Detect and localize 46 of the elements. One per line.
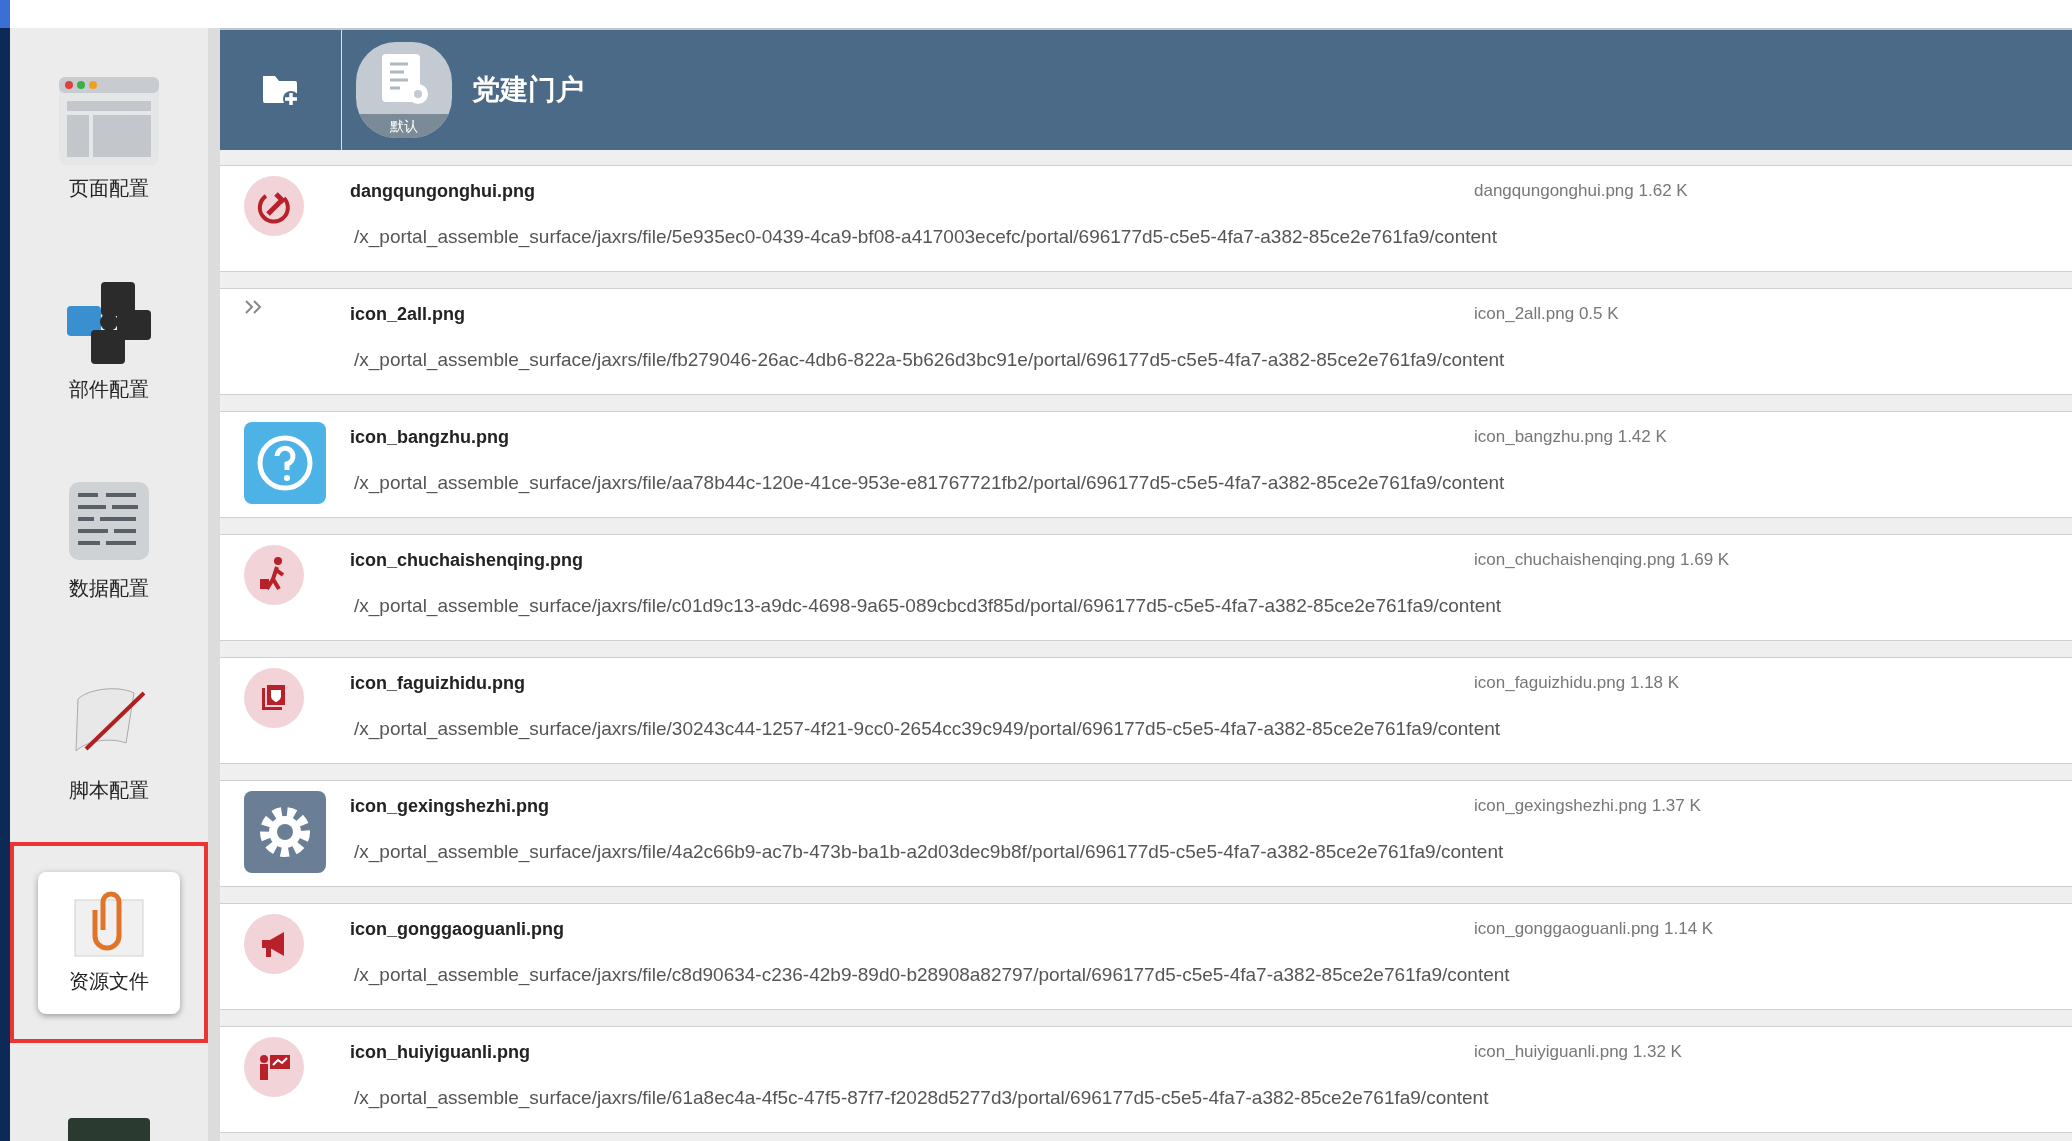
file-name: icon_2all.png [350,303,467,326]
file-path: /x_portal_assemble_surface/jaxrs/file/c01d9c13-a9dc-4698-9a65-089cbcd3f85d/portal/696177d5-c5e5-4fa7-a382-85ce2e761fa9/content [354,594,1503,619]
file-info: icon_faguizhidu.png 1.18 K [1474,672,1680,694]
file-row[interactable]: icon_faguizhidu.png icon_faguizhidu.png 1.18 K /x_portal_assemble_surface/jaxrs/file/30243c44-1257-4f21-9cc0-2654cc39c949/portal/696177d5-c5e5-4fa7-a382-85ce2e761fa9/content [220,657,2072,764]
presentation-icon [244,1037,304,1097]
file-path: /x_portal_assemble_surface/jaxrs/file/c8d90634-c236-42b9-89d0-b28908a82797/portal/696177d5-c5e5-4fa7-a382-85ce2e761fa9/content [354,963,1511,988]
help-icon [244,422,326,504]
file-info: dangqungonghui.png 1.62 K [1474,180,1688,202]
file-row[interactable]: icon_gonggaoguanli.png icon_gonggaoguanli.png 1.14 K /x_portal_assemble_surface/jaxrs/file/c8d90634-c236-42b9-89d0-b28908a82797/portal/696177d5-c5e5-4fa7-a382-85ce2e761fa9/content [220,903,2072,1010]
file-path: /x_portal_assemble_surface/jaxrs/file/30243c44-1257-4f21-9cc0-2654cc39c949/portal/696177d5-c5e5-4fa7-a382-85ce2e761fa9/content [354,717,1502,742]
file-info: icon_chuchaishenqing.png 1.69 K [1474,549,1730,571]
file-row[interactable]: dangqungonghui.png dangqungonghui.png 1.62 K /x_portal_assemble_surface/jaxrs/file/5e935ec0-0439-4ca9-bf08-a417003ecefc/portal/696177d5-c5e5-4fa7-a382-85ce2e761fa9/content [220,165,2072,272]
file-name: icon_huiyiguanli.png [350,1041,531,1064]
sidebar-item[interactable]: 部件配置 [38,268,180,411]
sidebar-item[interactable]: 数据配置 [38,469,180,612]
file-path: /x_portal_assemble_surface/jaxrs/file/fb279046-26ac-4db6-822a-5b626d3bc91e/portal/696177d5-c5e5-4fa7-a382-85ce2e761fa9/content [354,348,1506,373]
file-name: icon_bangzhu.png [350,426,510,449]
portal-tile[interactable]: 默认 [356,42,452,138]
file-row[interactable]: icon_2all.png icon_2all.png 0.5 K /x_portal_assemble_surface/jaxrs/file/fb279046-26ac-4db6-822a-5b626d3bc91e/portal/696177d5-c5e5-4fa7-a382-85ce2e761fa9/content [220,288,2072,395]
file-path: /x_portal_assemble_surface/jaxrs/file/61a8ec4a-4f5c-47f5-87f7-f2028d5277d3/portal/696177d5-c5e5-4fa7-a382-85ce2e761fa9/content [354,1086,1490,1111]
double-chevron-icon [244,299,264,315]
file-info: icon_gonggaoguanli.png 1.14 K [1474,918,1714,940]
file-row[interactable]: icon_bangzhu.png icon_bangzhu.png 1.42 K /x_portal_assemble_surface/jaxrs/file/aa78b44c-120e-41ce-953e-e81767721fb2/portal/696177d5-c5e5-4fa7-a382-85ce2e761fa9/content [220,411,2072,518]
file-info: icon_bangzhu.png 1.42 K [1474,426,1667,448]
traveler-icon [244,545,304,605]
sidebar-item[interactable]: 资源文件 [38,871,180,1014]
megaphone-icon [244,914,304,974]
file-name: icon_chuchaishenqing.png [350,549,584,572]
file-name: icon_gexingshezhi.png [350,795,551,818]
file-info: icon_huiyiguanli.png 1.32 K [1474,1041,1682,1063]
shield-icon [244,668,304,728]
sidebar-item[interactable]: 页面配置 [38,67,180,210]
file-row[interactable]: icon_huiyiguanli.png icon_huiyiguanli.png 1.32 K /x_portal_assemble_surface/jaxrs/file/61a8ec4a-4f5c-47f5-87f7-f2028d5277d3/portal/696177d5-c5e5-4fa7-a382-85ce2e761fa9/content [220,1026,2072,1133]
sidebar-item[interactable]: 脚本配置 [38,670,180,813]
file-name: icon_gonggaoguanli.png [350,918,565,941]
file-name: icon_faguizhidu.png [350,672,526,695]
file-row[interactable]: icon_gexingshezhi.png icon_gexingshezhi.png 1.37 K /x_portal_assemble_surface/jaxrs/file/4a2c66b9-ac7b-473b-ba1b-a2d03dec9b8f/portal/696177d5-c5e5-4fa7-a382-85ce2e761fa9/content [220,780,2072,887]
file-row[interactable]: icon_chuchaishenqing.png icon_chuchaishenqing.png 1.69 K /x_portal_assemble_surface/jaxrs/file/c01d9c13-a9dc-4698-9a65-089cbcd3f85d/portal/696177d5-c5e5-4fa7-a382-85ce2e761fa9/content [220,534,2072,641]
file-info: icon_gexingshezhi.png 1.37 K [1474,795,1701,817]
file-name: dangqungonghui.png [350,180,536,203]
file-path: /x_portal_assemble_surface/jaxrs/file/4a2c66b9-ac7b-473b-ba1b-a2d03dec9b8f/portal/696177d5-c5e5-4fa7-a382-85ce2e761fa9/content [354,840,1505,865]
layout-icon [57,74,161,167]
file-path: /x_portal_assemble_surface/jaxrs/file/5e935ec0-0439-4ca9-bf08-a417003ecefc/portal/696177d5-c5e5-4fa7-a382-85ce2e761fa9/content [354,225,1498,250]
file-path: /x_portal_assemble_surface/jaxrs/file/aa78b44c-120e-41ce-953e-e81767721fb2/portal/696177d5-c5e5-4fa7-a382-85ce2e761fa9/content [354,471,1506,496]
portal-title: 党建门户 [472,73,584,107]
file-info: icon_2all.png 0.5 K [1474,303,1619,325]
